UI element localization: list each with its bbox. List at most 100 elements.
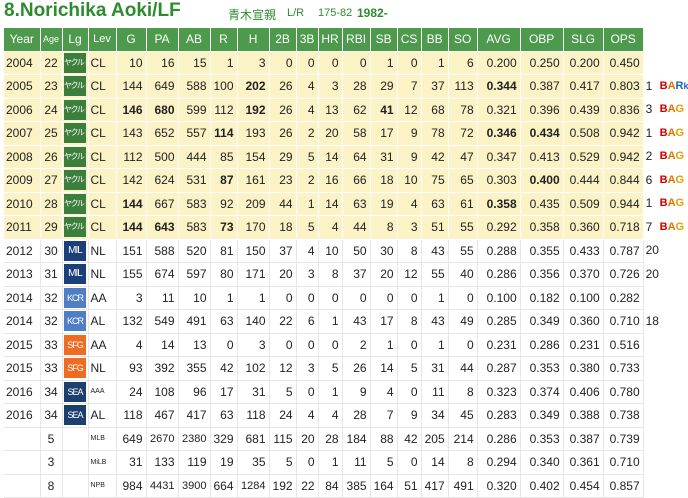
cell-stat: 4	[397, 192, 422, 216]
cell-stat: 55	[448, 239, 478, 263]
cell-stat: 12	[269, 356, 297, 381]
cell-stat: 214	[448, 427, 478, 451]
cell-stat: 20	[269, 262, 297, 287]
cell-team	[62, 450, 89, 475]
rank-number: 20	[645, 243, 659, 257]
cell-stat: 4431	[146, 474, 179, 498]
award-letter: B	[659, 126, 668, 139]
cell-age: 30	[40, 239, 63, 263]
cell-stat: 11	[342, 450, 371, 475]
cell-stat: 24	[269, 403, 297, 428]
awards-badge: BAG	[660, 127, 684, 139]
cell-age: 33	[40, 333, 63, 357]
cell-stat: 80	[210, 262, 238, 287]
awards-badge: BAG	[660, 103, 684, 115]
team-logo-icon: MIL	[64, 240, 86, 261]
cell-age: 25	[40, 121, 63, 146]
cell-level: CL	[88, 168, 117, 193]
cell-year: 2015	[4, 333, 41, 357]
cell-stat: 0.356	[520, 262, 564, 287]
cell-stat: 0	[296, 286, 319, 310]
cell-stat: 9	[342, 380, 371, 404]
cell-year	[4, 450, 41, 475]
cell-stat: 49	[448, 309, 478, 334]
cell-age: 24	[40, 98, 63, 122]
cell-stat: 43	[421, 309, 449, 334]
cell-stat: 119	[178, 450, 211, 475]
table-row: 200927ヤクルトCL1426245318716123216661810756…	[4, 168, 644, 193]
cell-stat: 10	[318, 239, 343, 263]
cell-stat: 7	[397, 74, 422, 99]
cell-stat: 0.387	[520, 74, 564, 99]
cell-age: 31	[40, 262, 63, 287]
cell-stat: 0.406	[563, 380, 604, 404]
cell-stat: 0.282	[603, 286, 644, 310]
cell-stat: 3	[237, 333, 270, 357]
cell-stat: 65	[448, 168, 478, 193]
cell-stat: 0	[397, 380, 422, 404]
cell-level: CL	[88, 121, 117, 146]
column-header: CS	[397, 28, 422, 52]
cell-stat: 28	[342, 74, 371, 99]
cell-stat: 12	[397, 262, 422, 287]
cell-team: SFG	[62, 356, 89, 381]
table-row: 2014 32 KCR AL 132 549 491 63 140 22 6 1 43 17 8 43 49 0.…	[4, 309, 644, 334]
column-header: SB	[370, 28, 398, 52]
column-header: Lev	[88, 28, 117, 52]
cell-stat: 0	[296, 380, 319, 404]
cell-stat: 3	[296, 262, 319, 287]
bats-throws: L/R	[287, 7, 305, 19]
cell-stat: 1	[318, 450, 343, 475]
rank-number: 7	[645, 219, 653, 234]
cell-stat: 16	[318, 168, 343, 193]
award-letter: A	[667, 220, 676, 233]
cell-stat: 0.250	[520, 51, 564, 75]
awards-badge: BAG	[660, 150, 684, 162]
cell-stat: 114	[210, 121, 238, 146]
cell-stat: 78	[448, 98, 478, 122]
cell-stat: 26	[269, 98, 297, 122]
cell-stat: 0.200	[477, 51, 521, 75]
team-logo-icon: SFG	[64, 334, 86, 355]
team-logo-icon: MIL	[64, 264, 86, 285]
cell-stat: 1	[421, 286, 449, 310]
cell-stat: 146	[116, 98, 147, 122]
cell-stat: 599	[178, 98, 211, 122]
cell-stat: 0.288	[477, 239, 521, 263]
column-header: 3B	[296, 28, 319, 52]
cell-stat: 0.286	[477, 427, 521, 451]
cell-year: 2005	[4, 74, 41, 99]
cell-stat: 9	[397, 145, 422, 169]
cell-stat: 667	[146, 192, 179, 216]
column-header: SO	[448, 28, 478, 52]
cell-team: ヤクルト	[62, 215, 89, 240]
cell-stat: 26	[269, 121, 297, 146]
award-letter: A	[667, 103, 676, 115]
cell-age: 8	[40, 474, 63, 498]
column-header: OBP	[520, 28, 564, 52]
cell-stat: 184	[342, 427, 371, 451]
cell-stat: 5	[370, 450, 398, 475]
column-header: AVG	[477, 28, 521, 52]
cell-stat: 0.413	[520, 145, 564, 169]
cell-year: 2012	[4, 239, 41, 263]
cell-stat: 63	[210, 309, 238, 334]
awards-badge: BAG	[660, 197, 684, 209]
cell-stat: 0	[269, 51, 297, 75]
column-header: SLG	[563, 28, 604, 52]
cell-stat: 588	[146, 239, 179, 263]
cell-stat: 0.942	[603, 145, 644, 169]
table-row: 2016 34 SEA AL 118 467 417 63 118 24 4 4 28 7 9 34 45 0.2…	[4, 403, 644, 428]
cell-stat: 144	[116, 215, 147, 240]
award-letter: A	[667, 79, 676, 92]
cell-stat: 37	[269, 239, 297, 263]
cell-team: MIL	[62, 262, 89, 287]
cell-stat: 73	[210, 215, 238, 240]
cell-team: ヤクルト	[62, 98, 89, 122]
birth-year: 1982-	[357, 6, 388, 20]
cell-stat: 0.444	[563, 168, 604, 193]
cell-level: NL	[88, 356, 117, 381]
rank-number: 3	[645, 102, 653, 116]
cell-stat: 5	[318, 356, 343, 381]
column-header: R	[210, 28, 238, 52]
